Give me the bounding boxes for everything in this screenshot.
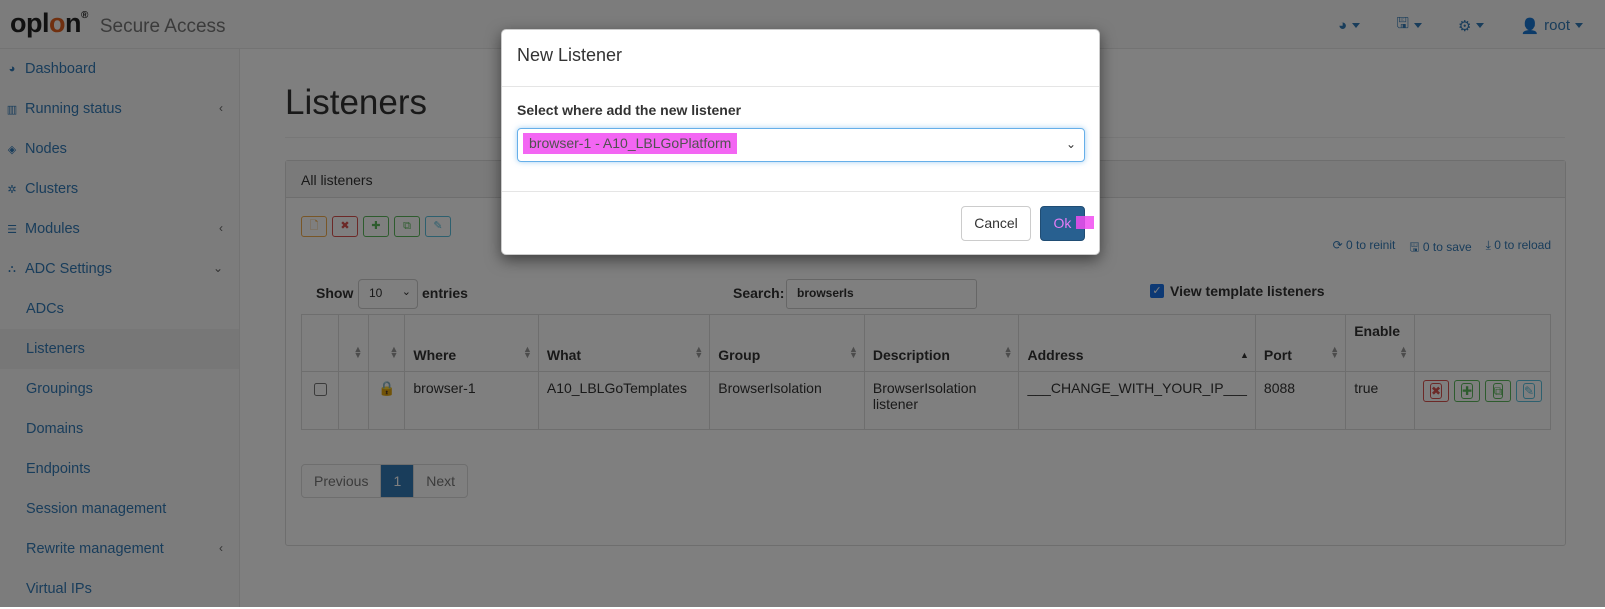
modal-title: New Listener <box>502 30 1099 87</box>
listener-location-select[interactable]: browser-1 - A10_LBLGoPlatform ⌄ <box>517 128 1085 162</box>
modal-select-label: Select where add the new listener <box>517 102 742 118</box>
modal-body: Select where add the new listener browse… <box>502 87 1099 192</box>
new-listener-modal: New Listener Select where add the new li… <box>501 29 1100 255</box>
chevron-down-icon: ⌄ <box>1065 137 1076 151</box>
cancel-button[interactable]: Cancel <box>961 206 1031 241</box>
highlight-mark <box>1076 216 1094 229</box>
selected-option: browser-1 - A10_LBLGoPlatform <box>523 133 738 154</box>
